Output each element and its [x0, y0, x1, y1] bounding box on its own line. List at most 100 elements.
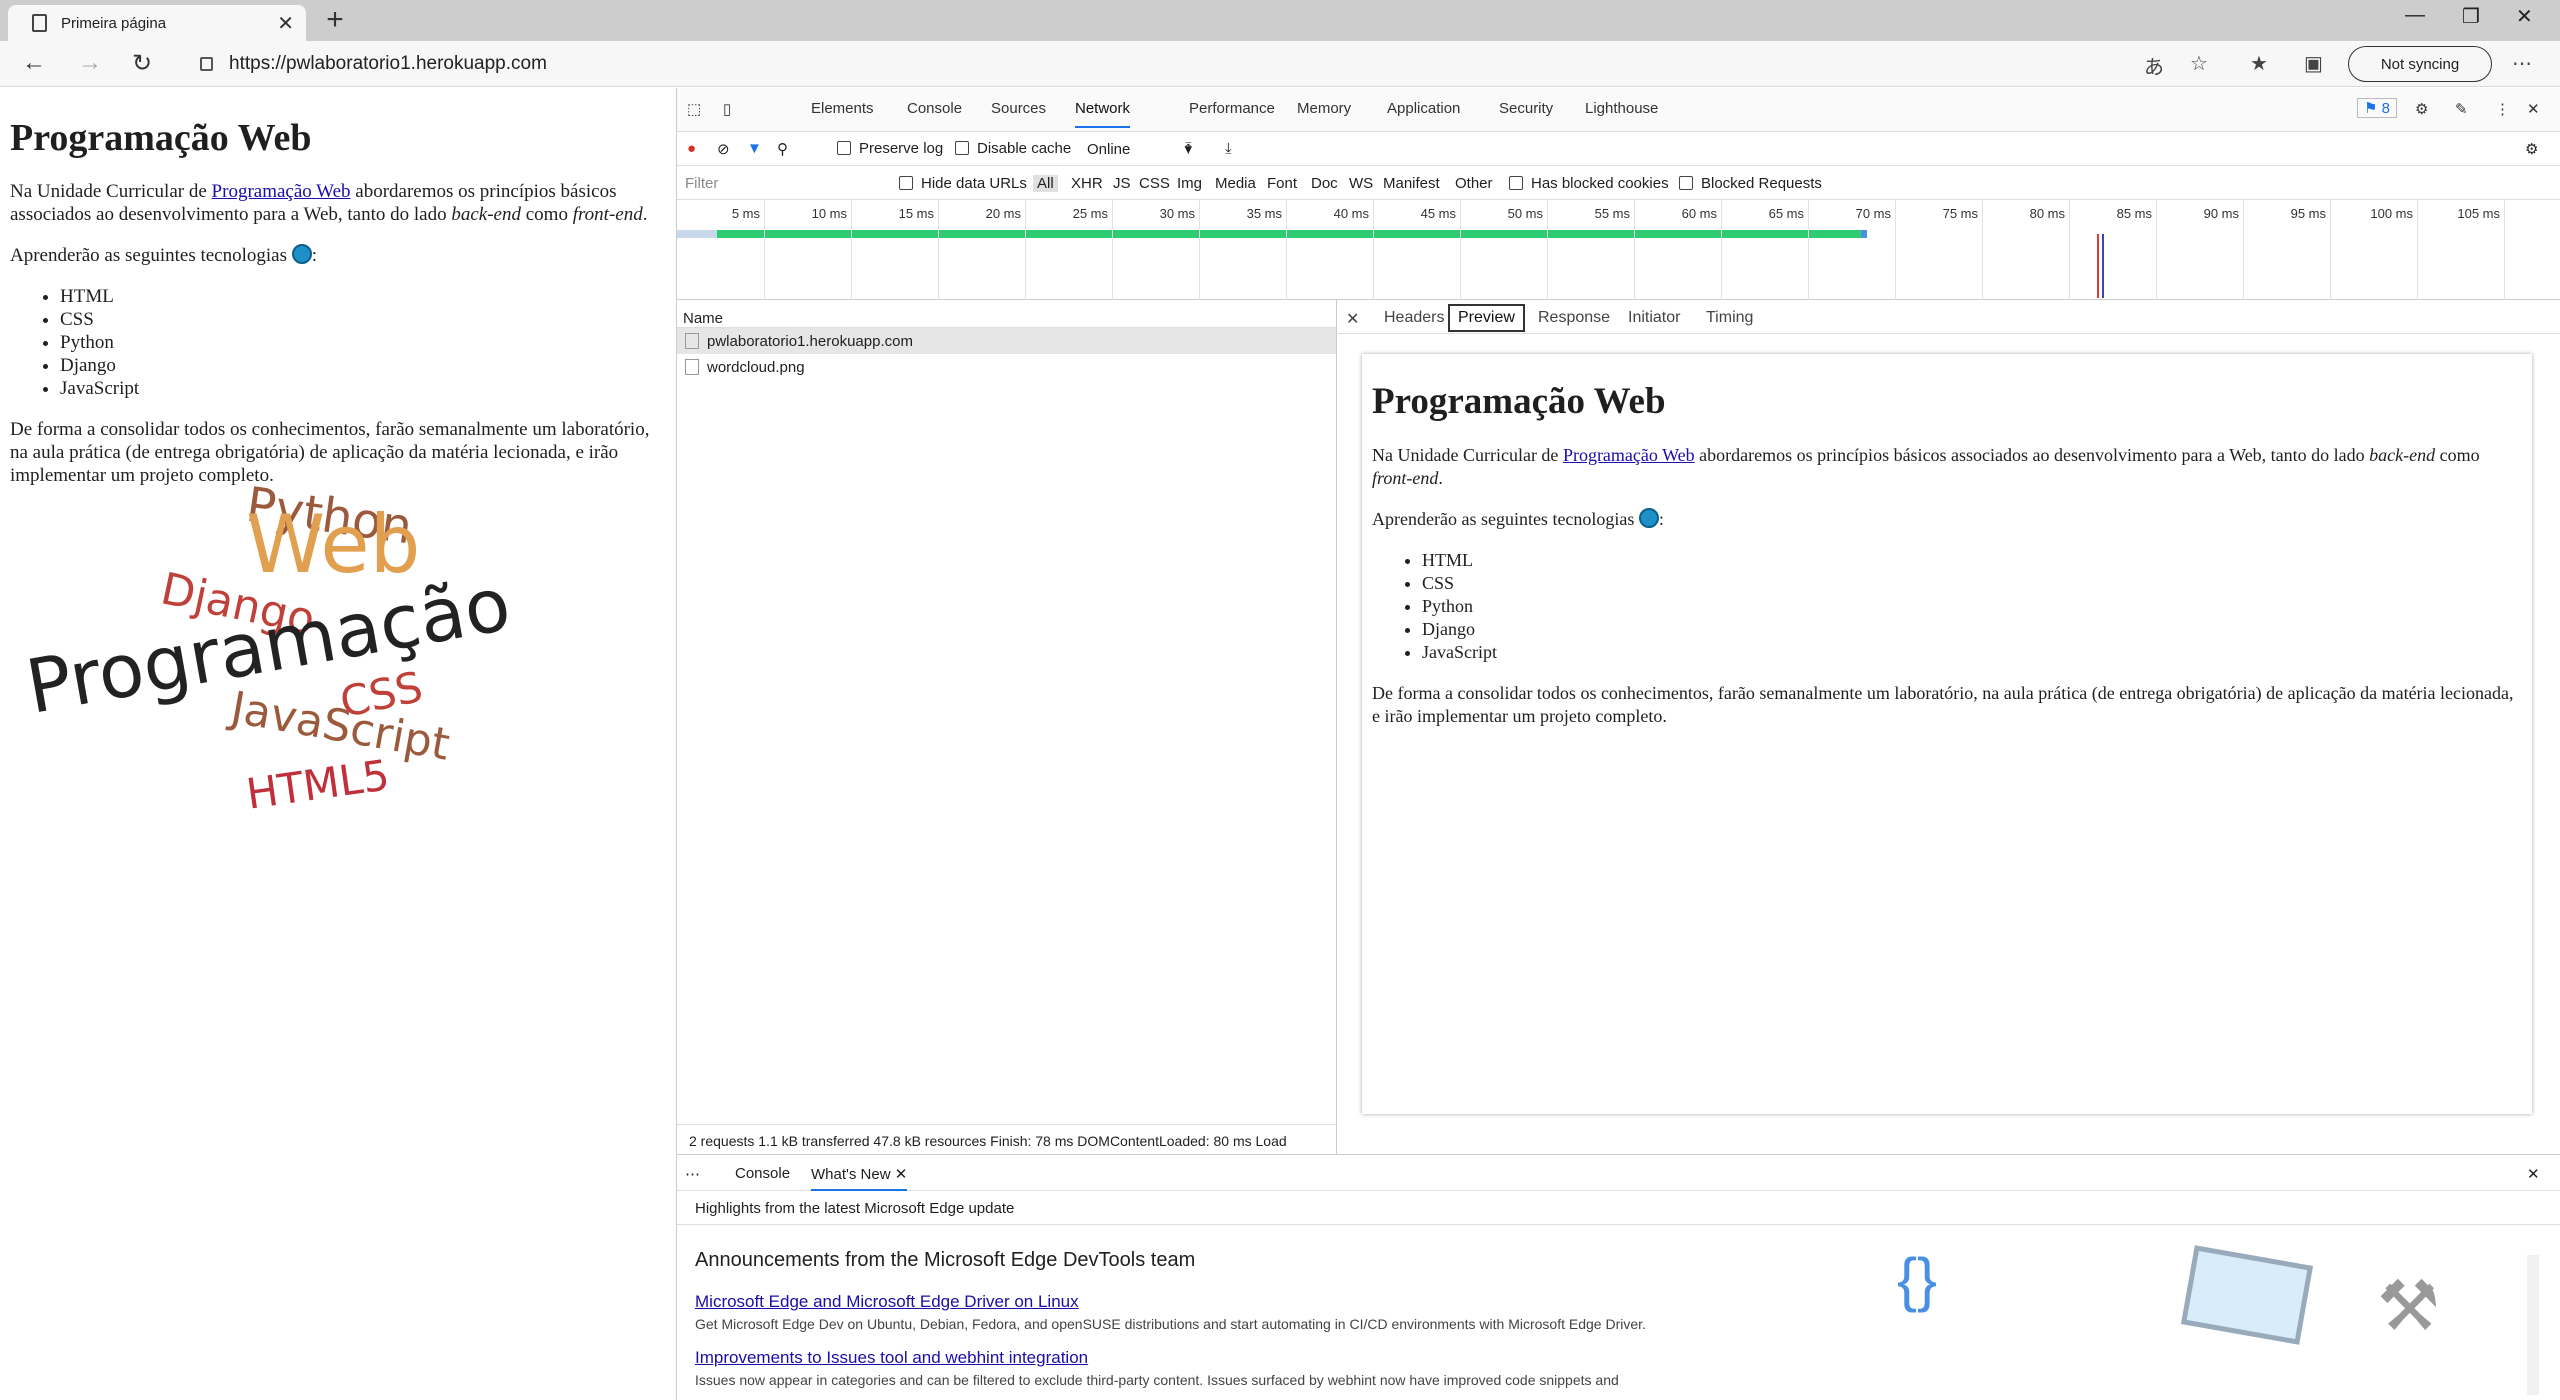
- tab-application[interactable]: Application: [1387, 100, 1460, 117]
- timeline-tick-label: 35 ms: [1246, 206, 1282, 221]
- filter-css[interactable]: CSS: [1139, 175, 1170, 192]
- close-devtools-icon[interactable]: ✕: [2527, 100, 2540, 118]
- filter-manifest[interactable]: Manifest: [1383, 175, 1440, 192]
- devtools-panel: ⬚ ▯ Elements Console Sources Network Per…: [676, 88, 2560, 1400]
- intro-text: Na Unidade Curricular de: [10, 181, 212, 202]
- favorite-add-icon[interactable]: ☆: [2190, 51, 2208, 76]
- filter-all[interactable]: All: [1033, 175, 1058, 192]
- blocked-requests-checkbox[interactable]: Blocked Requests: [1679, 175, 1822, 192]
- close-tab-icon[interactable]: ✕: [277, 11, 294, 36]
- favorites-icon[interactable]: ★: [2250, 51, 2268, 76]
- network-summary: 2 requests 1.1 kB transferred 47.8 kB re…: [677, 1124, 1337, 1154]
- whats-new-label: What's New: [811, 1166, 891, 1183]
- preview-course-link[interactable]: Programação Web: [1563, 445, 1695, 465]
- tab-performance[interactable]: Performance: [1189, 100, 1275, 117]
- domcontentloaded-marker: [2102, 234, 2104, 298]
- filter-ws[interactable]: WS: [1349, 175, 1373, 192]
- close-detail-icon[interactable]: ✕: [1346, 309, 1359, 329]
- filter-js[interactable]: JS: [1113, 175, 1131, 192]
- sync-button[interactable]: Not syncing: [2348, 46, 2492, 82]
- braces-illustration: {}: [1897, 1246, 1938, 1313]
- tab-sources[interactable]: Sources: [991, 100, 1046, 117]
- disable-cache-label: Disable cache: [977, 140, 1072, 157]
- throttle-select[interactable]: Online ▾: [1087, 140, 1192, 158]
- disable-cache-checkbox[interactable]: Disable cache: [955, 140, 1071, 157]
- network-toolbar: ● ⊘ ▼ ⚲ Preserve log Disable cache Onlin…: [677, 132, 2560, 166]
- feedback-icon[interactable]: ✎: [2455, 100, 2468, 118]
- request-name: pwlaboratorio1.herokuapp.com: [707, 332, 913, 350]
- blocked-cookies-checkbox[interactable]: Has blocked cookies: [1509, 175, 1669, 192]
- url-field[interactable]: https://pwlaboratorio1.herokuapp.com: [200, 48, 2200, 80]
- read-aloud-icon[interactable]: あ: [2144, 51, 2164, 80]
- table-row[interactable]: pwlaboratorio1.herokuapp.com: [677, 328, 1336, 354]
- tab-lighthouse[interactable]: Lighthouse: [1585, 100, 1658, 117]
- tab-console[interactable]: Console: [907, 100, 962, 117]
- announcement-link[interactable]: Improvements to Issues tool and webhint …: [695, 1348, 1088, 1367]
- tab-strip: Primeira página ✕ + — ❐ ✕: [0, 0, 2560, 41]
- request-name: wordcloud.png: [707, 358, 805, 376]
- tab-preview[interactable]: Preview: [1448, 304, 1525, 332]
- drawer-menu-icon[interactable]: ⋯: [685, 1165, 700, 1183]
- device-icon[interactable]: ▯: [723, 100, 731, 118]
- table-row[interactable]: wordcloud.png: [677, 354, 1336, 380]
- search-icon[interactable]: ⚲: [777, 140, 788, 158]
- forward-icon[interactable]: →: [78, 49, 102, 77]
- network-settings-icon[interactable]: ⚙: [2525, 140, 2538, 158]
- tab-headers[interactable]: Headers: [1384, 309, 1444, 327]
- new-tab-button[interactable]: +: [318, 3, 352, 37]
- collections-icon[interactable]: ▣: [2304, 51, 2323, 76]
- minimize-icon[interactable]: —: [2405, 4, 2425, 27]
- tab-initiator[interactable]: Initiator: [1628, 309, 1680, 327]
- tab-security[interactable]: Security: [1499, 100, 1553, 117]
- timeline-tick-label: 5 ms: [731, 206, 760, 221]
- timeline-gridline: [1199, 200, 1200, 300]
- devtools-tabbar: ⬚ ▯ Elements Console Sources Network Per…: [677, 88, 2560, 132]
- filter-doc[interactable]: Doc: [1311, 175, 1338, 192]
- timeline-tick-label: 30 ms: [1159, 206, 1195, 221]
- filter-xhr[interactable]: XHR: [1071, 175, 1103, 192]
- inspect-icon[interactable]: ⬚: [687, 100, 701, 118]
- filter-input[interactable]: Filter: [685, 175, 718, 192]
- preserve-log-checkbox[interactable]: Preserve log: [837, 140, 943, 157]
- tab-network[interactable]: Network: [1075, 100, 1131, 128]
- filter-media[interactable]: Media: [1215, 175, 1256, 192]
- import-icon[interactable]: ⤒: [1185, 140, 1192, 157]
- issues-badge[interactable]: ⚑ 8: [2357, 98, 2397, 118]
- timeline-tick-label: 50 ms: [1507, 206, 1543, 221]
- more-icon[interactable]: ⋯: [2512, 51, 2532, 76]
- tab-memory[interactable]: Memory: [1297, 100, 1351, 117]
- column-name-header[interactable]: Name: [677, 300, 1336, 328]
- restore-icon[interactable]: ❐: [2462, 4, 2480, 29]
- record-icon[interactable]: ●: [687, 140, 696, 157]
- timeline-tick-label: 105 ms: [2457, 206, 2500, 221]
- close-window-icon[interactable]: ✕: [2516, 4, 2533, 29]
- tab-elements[interactable]: Elements: [811, 100, 874, 117]
- announcement-link[interactable]: Microsoft Edge and Microsoft Edge Driver…: [695, 1292, 1079, 1311]
- timeline-gridline: [2417, 200, 2418, 300]
- wordcloud-image: Python Web Django Programação CSS JavaSc…: [10, 477, 570, 845]
- filter-img[interactable]: Img: [1177, 175, 1202, 192]
- course-link[interactable]: Programação Web: [212, 181, 351, 202]
- back-icon[interactable]: ←: [22, 49, 46, 77]
- devtools-more-icon[interactable]: ⋮: [2495, 100, 2510, 118]
- url-text: https://pwlaboratorio1.herokuapp.com: [229, 53, 547, 74]
- drawer-tab-console[interactable]: Console: [735, 1165, 790, 1182]
- tab-response[interactable]: Response: [1538, 309, 1610, 327]
- tab-timing[interactable]: Timing: [1706, 309, 1753, 327]
- filter-icon[interactable]: ▼: [747, 140, 762, 157]
- detail-tabbar: ✕ Headers Preview Response Initiator Tim…: [1338, 300, 2560, 334]
- export-icon[interactable]: ⤓: [1225, 140, 1232, 157]
- network-timeline[interactable]: 5 ms 10 ms 15 ms 20 ms 25 ms 30 ms 35 ms 40 ms 4…: [677, 200, 2560, 300]
- filter-other[interactable]: Other: [1455, 175, 1493, 192]
- settings-icon[interactable]: ⚙: [2415, 100, 2428, 118]
- tools-illustration: ⚒: [2377, 1267, 2440, 1345]
- refresh-icon[interactable]: ↻: [132, 49, 152, 78]
- drawer-scrollbar[interactable]: [2527, 1255, 2539, 1395]
- hide-data-urls-checkbox[interactable]: Hide data URLs: [899, 175, 1027, 192]
- browser-tab[interactable]: Primeira página ✕: [8, 5, 306, 41]
- close-drawer-icon[interactable]: ✕: [2527, 1165, 2540, 1183]
- drawer-tab-whats-new[interactable]: What's New ✕: [811, 1165, 908, 1191]
- globe-icon: [291, 244, 312, 264]
- clear-icon[interactable]: ⊘: [717, 140, 730, 158]
- filter-font[interactable]: Font: [1267, 175, 1297, 192]
